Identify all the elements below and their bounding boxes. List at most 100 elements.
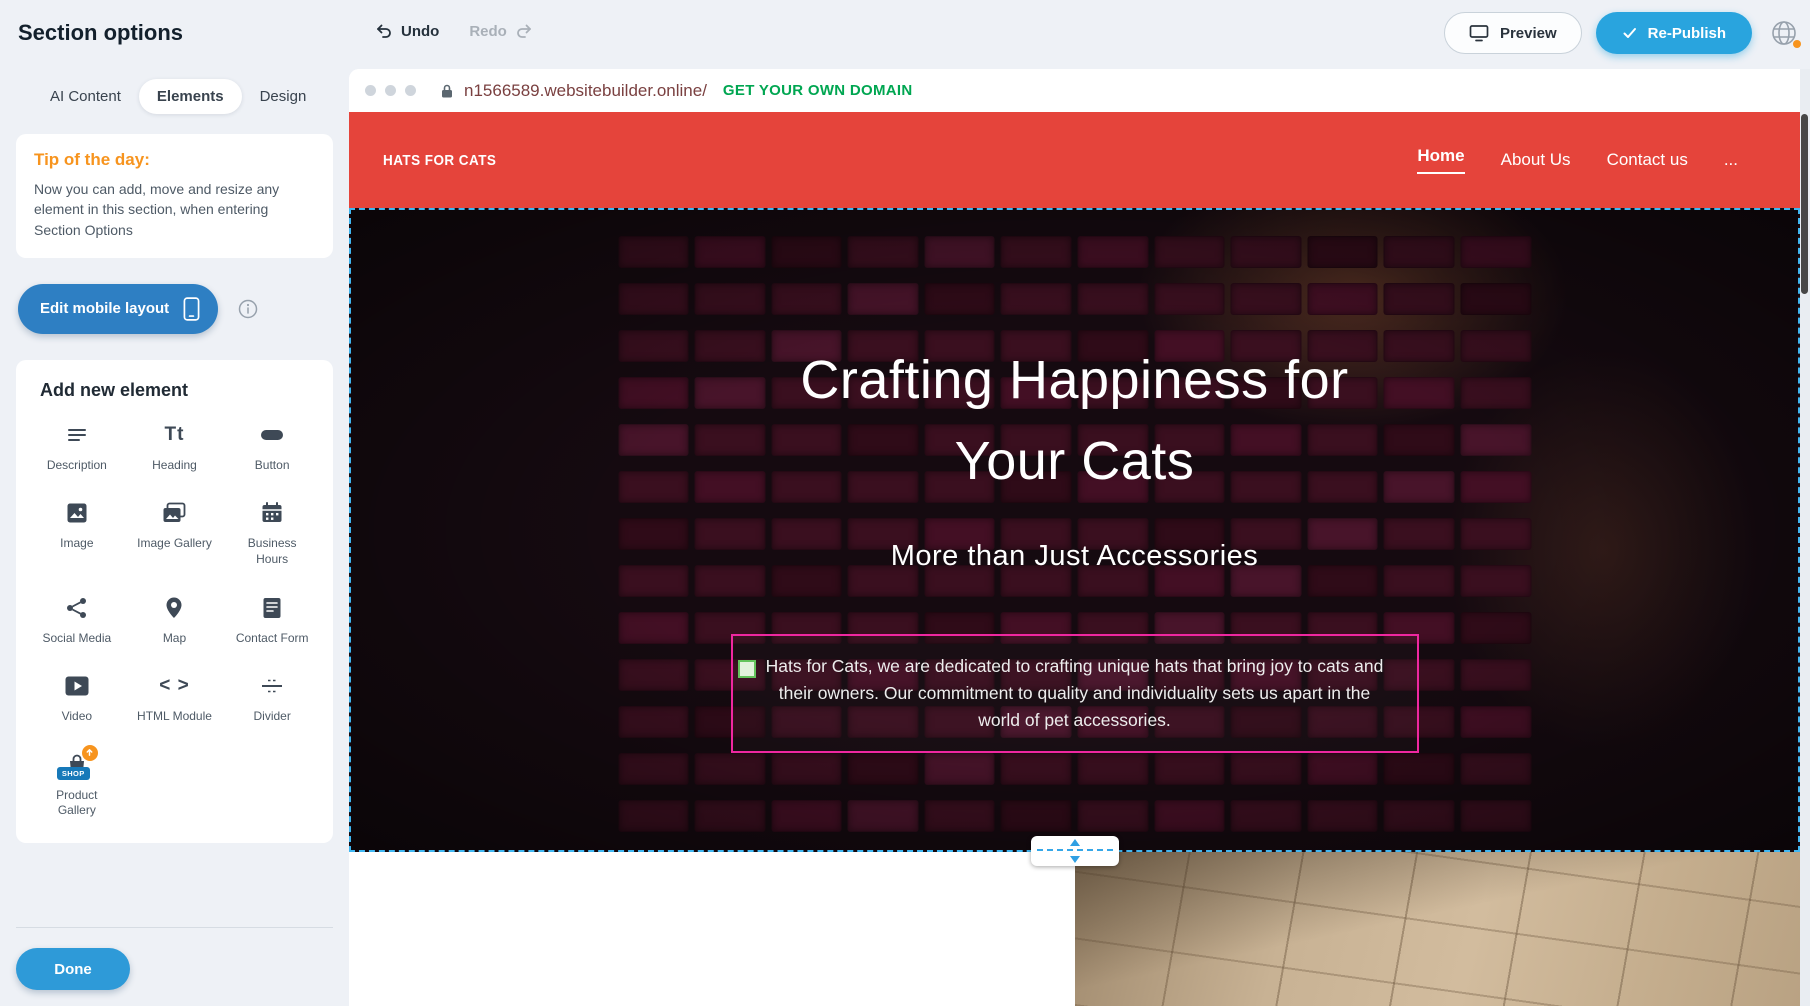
element-button[interactable]: Button — [223, 421, 321, 474]
tab-ai-content[interactable]: AI Content — [32, 79, 139, 114]
site-nav: Home About Us Contact us ... — [1417, 146, 1738, 174]
element-html-module[interactable]: < > HTML Module — [126, 672, 224, 725]
image-icon — [65, 499, 89, 527]
contact-form-icon — [261, 594, 283, 622]
element-product-gallery[interactable]: SHOP Product Gallery — [28, 751, 126, 819]
hero-paragraph: Hats for Cats, we are dedicated to craft… — [761, 653, 1389, 734]
next-section-photo — [1075, 852, 1800, 1006]
info-icon[interactable] — [238, 299, 258, 319]
tab-design[interactable]: Design — [242, 79, 325, 114]
hero-subheading[interactable]: More than Just Accessories — [351, 540, 1798, 573]
tip-of-the-day-card: Tip of the day: Now you can add, move an… — [16, 134, 333, 258]
redo-button[interactable]: Redo — [469, 22, 533, 40]
done-button[interactable]: Done — [16, 948, 130, 990]
redo-label: Redo — [469, 23, 507, 40]
preview-scrollbar-thumb[interactable] — [1801, 114, 1808, 294]
phone-icon — [183, 296, 200, 322]
edit-mobile-label: Edit mobile layout — [40, 300, 169, 317]
window-dot — [385, 85, 396, 96]
hero-heading[interactable]: Crafting Happiness for Your Cats — [351, 340, 1798, 502]
preview-scrollbar-track[interactable] — [1800, 69, 1810, 1006]
element-label: Button — [255, 458, 290, 474]
nav-home[interactable]: Home — [1417, 146, 1464, 174]
section-resize-handle[interactable] — [1031, 836, 1119, 866]
divider-icon — [260, 672, 284, 700]
element-label: Image — [60, 536, 93, 552]
element-drag-handle[interactable] — [738, 660, 756, 678]
preview-button[interactable]: Preview — [1444, 12, 1582, 54]
add-new-element-card: Add new element Description Tt Heading B… — [16, 360, 333, 843]
hero-heading-line2: Your Cats — [351, 421, 1798, 502]
section-options-sidebar: AI Content Elements Design Tip of the da… — [0, 69, 349, 1006]
site-logo[interactable]: HATS FOR CATS — [383, 152, 496, 169]
hero-section-selected[interactable]: Crafting Happiness for Your Cats More th… — [349, 208, 1800, 852]
get-domain-link[interactable]: GET YOUR OWN DOMAIN — [723, 82, 913, 99]
element-heading[interactable]: Tt Heading — [126, 421, 224, 474]
check-icon — [1622, 25, 1638, 41]
element-label: Map — [163, 631, 186, 647]
element-map[interactable]: Map — [126, 594, 224, 647]
element-video[interactable]: Video — [28, 672, 126, 725]
tip-body: Now you can add, move and resize any ele… — [34, 179, 315, 240]
next-section-blank — [349, 852, 1075, 1006]
heading-icon: Tt — [165, 421, 185, 449]
undo-button[interactable]: Undo — [375, 22, 439, 40]
button-icon — [259, 421, 285, 449]
next-section — [349, 852, 1800, 1006]
undo-label: Undo — [401, 23, 439, 40]
window-dot — [365, 85, 376, 96]
element-label: Social Media — [42, 631, 111, 647]
element-label: Business Hours — [234, 536, 310, 567]
element-label: Product Gallery — [39, 788, 115, 819]
element-grid: Description Tt Heading Button Image — [28, 421, 321, 819]
arrow-down-icon — [1070, 856, 1080, 863]
undo-icon — [375, 22, 393, 40]
window-dot — [405, 85, 416, 96]
preview-label: Preview — [1500, 25, 1557, 42]
html-code-icon: < > — [159, 672, 189, 700]
edit-mobile-layout-button[interactable]: Edit mobile layout — [18, 284, 218, 334]
element-description[interactable]: Description — [28, 421, 126, 474]
tip-title: Tip of the day: — [34, 150, 315, 170]
sidebar-divider — [16, 927, 333, 928]
business-hours-icon — [260, 499, 284, 527]
element-social-media[interactable]: Social Media — [28, 594, 126, 647]
topbar: Section options Undo Redo Preview Re-P — [0, 0, 1810, 69]
description-icon — [65, 421, 89, 449]
nav-contact-us[interactable]: Contact us — [1607, 150, 1688, 170]
map-pin-icon — [163, 594, 185, 622]
window-control-dots — [365, 85, 416, 96]
tab-elements[interactable]: Elements — [139, 79, 242, 114]
monitor-icon — [1469, 24, 1489, 42]
redo-icon — [515, 22, 533, 40]
element-label: Heading — [152, 458, 197, 474]
upgrade-badge-icon — [82, 745, 98, 761]
element-image[interactable]: Image — [28, 499, 126, 567]
browser-chrome-bar: n1566589.websitebuilder.online/ GET YOUR… — [349, 69, 1800, 112]
selected-text-element[interactable]: Hats for Cats, we are dedicated to craft… — [731, 634, 1419, 753]
add-new-element-title: Add new element — [40, 380, 321, 401]
notification-dot — [1793, 40, 1801, 48]
republish-label: Re-Publish — [1648, 25, 1726, 42]
topbar-actions: Preview Re-Publish — [1444, 12, 1802, 54]
republish-button[interactable]: Re-Publish — [1596, 12, 1752, 54]
element-divider[interactable]: Divider — [223, 672, 321, 725]
element-label: Contact Form — [236, 631, 309, 647]
history-controls: Undo Redo — [375, 22, 533, 40]
nav-about-us[interactable]: About Us — [1501, 150, 1571, 170]
page-title: Section options — [18, 20, 183, 46]
element-contact-form[interactable]: Contact Form — [223, 594, 321, 647]
hero-background — [351, 210, 1798, 850]
hero-vignette — [351, 210, 1798, 850]
language-globe-button[interactable] — [1766, 15, 1802, 51]
hero-heading-line1: Crafting Happiness for — [351, 340, 1798, 421]
mobile-layout-row: Edit mobile layout — [18, 284, 333, 334]
site-url: n1566589.websitebuilder.online/ — [464, 81, 707, 101]
element-business-hours[interactable]: Business Hours — [223, 499, 321, 567]
nav-more[interactable]: ... — [1724, 150, 1738, 170]
resize-dashed-line — [1037, 849, 1113, 851]
site-header: HATS FOR CATS Home About Us Contact us .… — [349, 112, 1800, 208]
arrow-up-icon — [1070, 839, 1080, 846]
element-image-gallery[interactable]: Image Gallery — [126, 499, 224, 567]
product-gallery-icon-wrap: SHOP — [65, 751, 89, 779]
